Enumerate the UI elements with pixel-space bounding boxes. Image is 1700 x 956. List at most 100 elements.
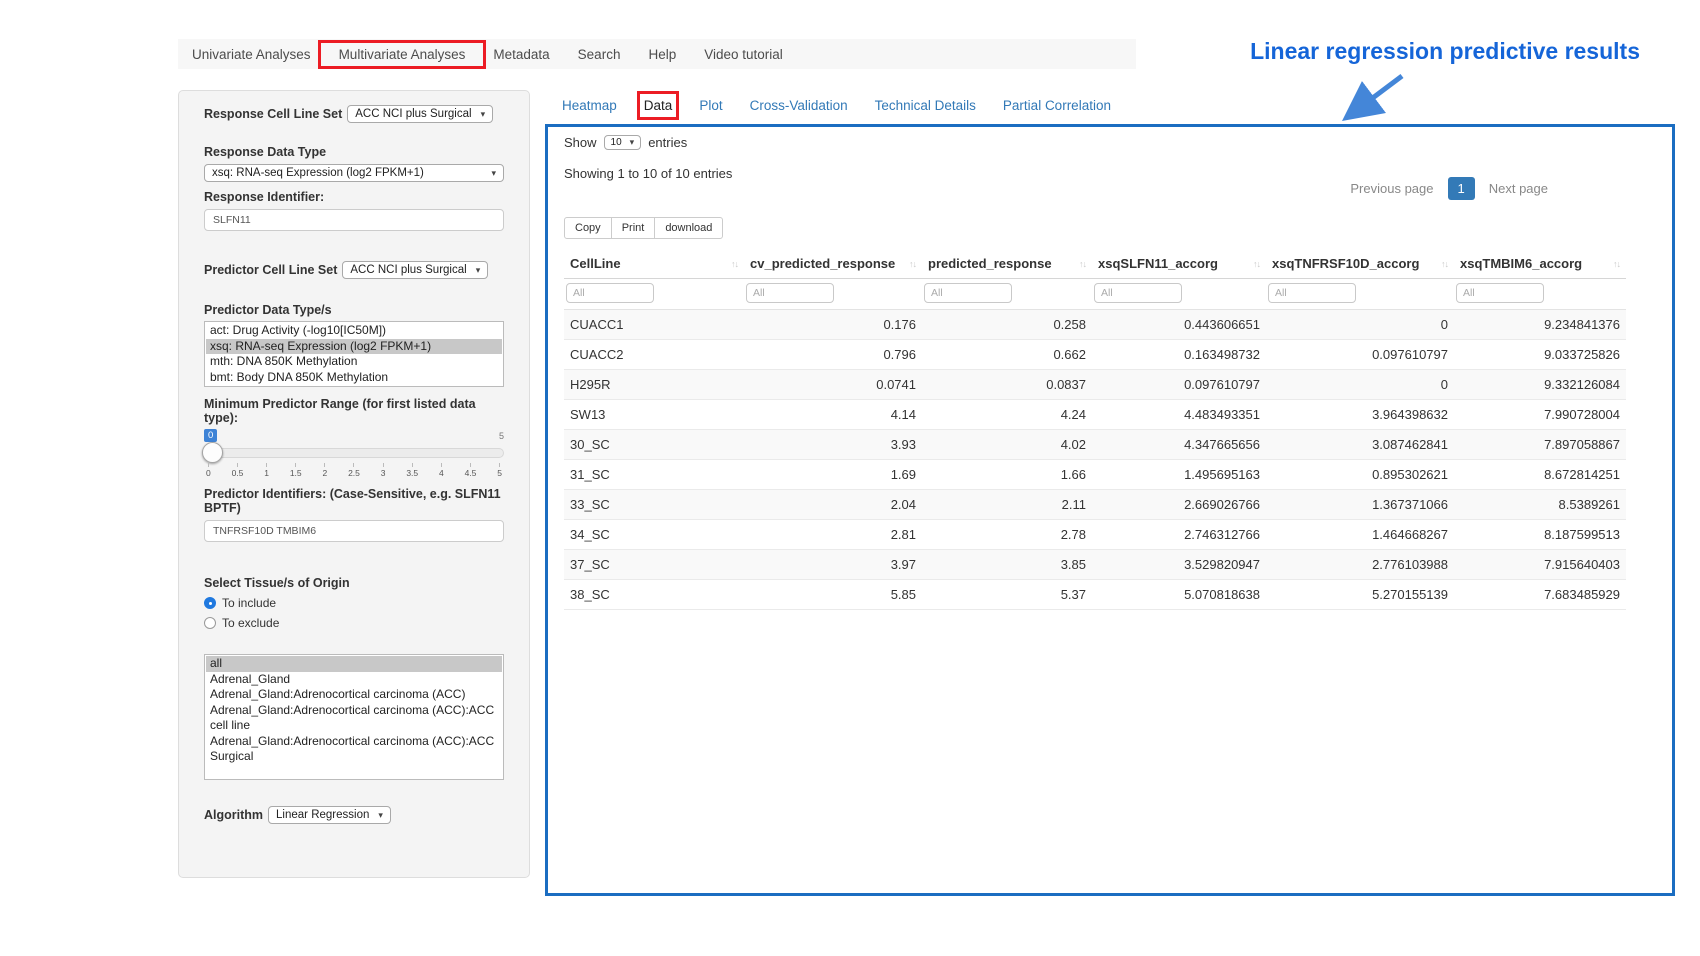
table-body: CUACC10.1760.2580.44360665109.234841376C… [564, 310, 1626, 610]
select-value: ACC NCI plus Surgical [355, 108, 471, 120]
list-option-adrenal-gland-adrenocortical-carcinoma-a[interactable]: Adrenal_Gland:Adrenocortical carcinoma (… [206, 734, 502, 765]
value-cell: 7.990728004 [1454, 400, 1626, 430]
slider-tick-label: 5 [497, 463, 502, 478]
nav-item-multivariate-analyses[interactable]: Multivariate Analyses [325, 47, 480, 62]
list-option-all[interactable]: all [206, 656, 502, 672]
list-option-xsq-rna-seq-expression-log2-fpkm-1[interactable]: xsq: RNA-seq Expression (log2 FPKM+1) [206, 339, 502, 355]
tab-technical-details[interactable]: Technical Details [875, 98, 976, 113]
export-buttons: CopyPrintdownload [564, 217, 723, 239]
value-cell: 3.85 [922, 550, 1092, 580]
slider-value-badge: 0 [204, 429, 217, 442]
column-header-xsqslfn11-accorg[interactable]: xsqSLFN11_accorg ↑↓ [1092, 249, 1266, 279]
column-label: xsqSLFN11_accorg [1098, 256, 1218, 271]
sort-icon[interactable]: ↑↓ [1079, 259, 1086, 269]
slider-max-label: 5 [499, 431, 504, 441]
response-identifier-input[interactable] [204, 209, 504, 231]
sidebar: Response Cell Line Set ACC NCI plus Surg… [178, 90, 530, 878]
response-data-type-select[interactable]: xsq: RNA-seq Expression (log2 FPKM+1) ▾ [204, 164, 504, 182]
nav-item-help[interactable]: Help [634, 47, 690, 62]
predictor-identifiers-input[interactable] [204, 520, 504, 542]
value-cell: 9.332126084 [1454, 370, 1626, 400]
list-option-bmt-body-dna-850k-methylation[interactable]: bmt: Body DNA 850K Methylation [206, 370, 502, 386]
nav-item-univariate-analyses[interactable]: Univariate Analyses [178, 47, 325, 62]
cellline-cell: 33_SC [564, 490, 744, 520]
nav-item-video-tutorial[interactable]: Video tutorial [690, 47, 797, 62]
list-option-mth-dna-850k-methylation[interactable]: mth: DNA 850K Methylation [206, 354, 502, 370]
show-entries-row: Show 10 ▾ entries [564, 135, 1656, 150]
list-option-adrenal-gland[interactable]: Adrenal_Gland [206, 672, 502, 688]
column-header-cellline[interactable]: CellLine↑↓ [564, 249, 744, 279]
response-cell-line-set-label: Response Cell Line Set [204, 107, 342, 121]
nav-item-metadata[interactable]: Metadata [479, 47, 563, 62]
results-table: CellLine↑↓cv_predicted_response↑↓predict… [564, 249, 1626, 610]
predictor-cell-line-set-select[interactable]: ACC NCI plus Surgical ▾ [342, 261, 488, 279]
column-filter-input-predicted-response[interactable] [924, 283, 1012, 303]
sort-icon[interactable]: ↑↓ [1613, 259, 1620, 269]
table-row: CUACC20.7960.6620.1634987320.0976107979.… [564, 340, 1626, 370]
column-filter-input-xsqtmbim6-accorg[interactable] [1456, 283, 1544, 303]
select-value: xsq: RNA-seq Expression (log2 FPKM+1) [212, 167, 424, 179]
slider-tick-label: 4 [439, 463, 444, 478]
chevron-down-icon: ▾ [630, 137, 635, 148]
min-predictor-range-slider[interactable]: 0 5 00.511.522.533.544.55 [204, 429, 504, 479]
value-cell: 7.683485929 [1454, 580, 1626, 610]
radio-label: To include [222, 596, 276, 610]
column-filter-input-cellline[interactable] [566, 283, 654, 303]
next-page-button[interactable]: Next page [1483, 177, 1554, 200]
cellline-cell: 30_SC [564, 430, 744, 460]
tab-plot[interactable]: Plot [699, 98, 722, 113]
column-header-xsqtnfrsf10d-accorg[interactable]: xsqTNFRSF10D_accorg↑↓ [1266, 249, 1454, 279]
radio-label: To exclude [222, 616, 279, 630]
tab-partial-correlation[interactable]: Partial Correlation [1003, 98, 1111, 113]
entries-per-page-select[interactable]: 10 ▾ [604, 135, 642, 150]
algorithm-row: Algorithm Linear Regression ▾ [204, 806, 504, 824]
slider-handle[interactable] [202, 442, 223, 463]
list-option-adrenal-gland-adrenocortical-carcinoma-a[interactable]: Adrenal_Gland:Adrenocortical carcinoma (… [206, 687, 502, 703]
sort-icon[interactable]: ↑↓ [1253, 259, 1260, 269]
column-filter-input-cv-predicted-response[interactable] [746, 283, 834, 303]
column-header-cv-predicted-response[interactable]: cv_predicted_response↑↓ [744, 249, 922, 279]
radio-button-icon[interactable] [204, 597, 216, 609]
value-cell: 2.04 [744, 490, 922, 520]
print-button[interactable]: Print [611, 217, 656, 239]
page-number-button[interactable]: 1 [1448, 177, 1475, 200]
response-identifier-label: Response Identifier: [204, 190, 504, 204]
copy-button[interactable]: Copy [564, 217, 612, 239]
tab-heatmap[interactable]: Heatmap [562, 98, 617, 113]
value-cell: 0.176 [744, 310, 922, 340]
value-cell: 0.097610797 [1266, 340, 1454, 370]
algorithm-select[interactable]: Linear Regression ▾ [268, 806, 391, 824]
slider-track[interactable] [204, 448, 504, 458]
select-value: ACC NCI plus Surgical [350, 264, 466, 276]
table-row: 31_SC1.691.661.4956951630.8953026218.672… [564, 460, 1626, 490]
column-header-xsqtmbim6-accorg[interactable]: xsqTMBIM6_accorg↑↓ [1454, 249, 1626, 279]
tissue-radios: To include To exclude [204, 596, 504, 630]
radio-to-exclude[interactable]: To exclude [204, 616, 504, 630]
value-cell: 1.464668267 [1266, 520, 1454, 550]
download-button[interactable]: download [654, 217, 723, 239]
results-panel: Show 10 ▾ entries Showing 1 to 10 of 10 … [545, 124, 1675, 896]
list-option-adrenal-gland-adrenocortical-carcinoma-a[interactable]: Adrenal_Gland:Adrenocortical carcinoma (… [206, 703, 502, 734]
radio-to-include[interactable]: To include [204, 596, 504, 610]
tab-cross-validation[interactable]: Cross-Validation [750, 98, 848, 113]
value-cell: 2.776103988 [1266, 550, 1454, 580]
nav-item-search[interactable]: Search [564, 47, 635, 62]
column-filter-input-xsqtnfrsf10d-accorg[interactable] [1268, 283, 1356, 303]
list-option-act-drug-activity-log10-ic50m[interactable]: act: Drug Activity (-log10[IC50M]) [206, 323, 502, 339]
value-cell: 3.97 [744, 550, 922, 580]
sort-icon[interactable]: ↑↓ [909, 259, 916, 269]
column-header-predicted-response[interactable]: predicted_response↑↓ [922, 249, 1092, 279]
sort-icon[interactable]: ↑↓ [1441, 259, 1448, 269]
cellline-cell: 31_SC [564, 460, 744, 490]
sort-icon[interactable]: ↑↓ [731, 259, 738, 269]
column-filter-input-xsqslfn11-accorg[interactable] [1094, 283, 1182, 303]
tab-data[interactable]: Data [644, 98, 673, 113]
response-cell-line-set-select[interactable]: ACC NCI plus Surgical ▾ [347, 105, 493, 123]
previous-page-button[interactable]: Previous page [1344, 177, 1439, 200]
value-cell: 9.234841376 [1454, 310, 1626, 340]
predictor-data-type-list[interactable]: act: Drug Activity (-log10[IC50M])xsq: R… [204, 321, 504, 387]
tissue-origin-label: Select Tissue/s of Origin [204, 576, 504, 590]
tissue-list[interactable]: allAdrenal_GlandAdrenal_Gland:Adrenocort… [204, 654, 504, 780]
radio-button-icon[interactable] [204, 617, 216, 629]
value-cell: 5.270155139 [1266, 580, 1454, 610]
